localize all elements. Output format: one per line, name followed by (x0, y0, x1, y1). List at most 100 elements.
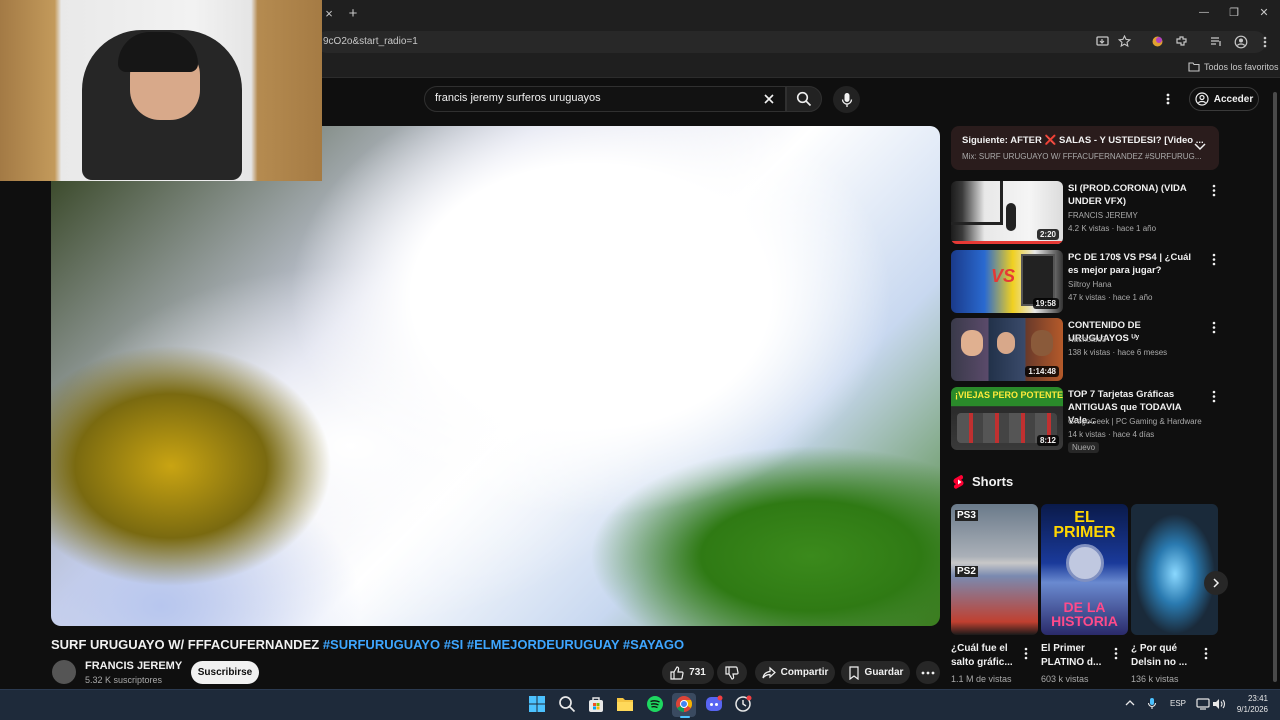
rec-channel[interactable]: GregoGeek | PC Gaming & Hardware (1068, 415, 1202, 428)
video-player[interactable] (51, 126, 940, 626)
url-text[interactable]: 9cO2o&start_radio=1 (323, 36, 418, 47)
extensions-icon[interactable] (1175, 35, 1188, 48)
thumb-face (997, 332, 1015, 354)
up-next-mix[interactable]: Siguiente: AFTER ❌ SALAS - Y USTEDESI? [… (951, 126, 1219, 170)
chevron-right-icon (1213, 578, 1220, 588)
star-icon[interactable] (1118, 35, 1131, 48)
file-explorer-icon[interactable] (616, 695, 634, 713)
restore-button[interactable]: ❐ (1224, 3, 1244, 23)
minimize-button[interactable]: — (1194, 3, 1214, 23)
new-tab-button[interactable]: + (344, 4, 362, 24)
subscriber-count: 5.32 K suscriptores (85, 675, 163, 685)
channel-name[interactable]: FRANCIS JEREMY (85, 660, 182, 672)
microphone-icon (841, 92, 852, 107)
short-views: 136 k vistas (1131, 674, 1179, 684)
short-title[interactable]: El Primer PLATINO d... (1041, 642, 1113, 670)
short-thumbnail[interactable] (1131, 504, 1218, 635)
more-vertical-icon[interactable] (1210, 321, 1218, 334)
rec-title[interactable]: PC DE 170$ VS PS4 | ¿Cuál es mejor para … (1068, 251, 1203, 277)
shorts-heading: Shorts (972, 474, 1014, 489)
video-thumbnail[interactable]: ¡VIEJAS PERO POTENTES! 8:12 (951, 387, 1063, 450)
video-title: SURF URUGUAYO W/ FFFACUFERNANDEZ #SURFUR… (51, 637, 684, 652)
more-vertical-icon[interactable] (1210, 390, 1218, 403)
more-vertical-icon[interactable] (1210, 253, 1218, 266)
windows-start-icon[interactable] (528, 695, 546, 713)
short-views: 603 k vistas (1041, 674, 1089, 684)
duration-badge: 8:12 (1036, 435, 1059, 446)
search-icon[interactable] (558, 695, 576, 713)
media-controls-icon[interactable] (1210, 35, 1223, 48)
page-scrollbar[interactable] (1273, 92, 1277, 682)
voice-search-button[interactable] (833, 86, 860, 113)
search-button[interactable] (786, 86, 822, 112)
share-label: Compartir (780, 667, 829, 678)
duration-badge: 2:20 (1036, 229, 1059, 240)
all-bookmarks-link[interactable]: Todos los favoritos (1204, 62, 1279, 72)
thumb-text: DE LA HISTORIA (1051, 599, 1118, 629)
chrome-icon[interactable] (675, 695, 693, 713)
rec-meta: 138 k vistas · hace 6 meses (1068, 348, 1168, 357)
chevron-down-icon[interactable] (1194, 143, 1206, 151)
share-icon (761, 666, 776, 678)
up-next-title: Siguiente: AFTER ❌ SALAS - Y USTEDESI? [… (962, 135, 1204, 146)
hashtag-link[interactable]: #SI (444, 637, 464, 652)
video-thumbnail[interactable]: VS 19:58 (951, 250, 1063, 313)
taskbar (0, 689, 1280, 720)
subscribe-button[interactable]: Suscribirse (191, 661, 259, 684)
store-icon[interactable] (587, 695, 605, 713)
rec-channel[interactable]: Siltroy Hana (1068, 278, 1112, 291)
rec-title[interactable]: SI (PROD.CORONA) (VIDA UNDER VFX) (1068, 182, 1203, 208)
trophy-icon (1066, 544, 1104, 582)
network-icon[interactable] (1196, 698, 1210, 710)
signin-label: Acceder (1213, 93, 1254, 105)
close-window-button[interactable]: ✕ (1254, 3, 1274, 23)
hashtag-link[interactable]: #SAYAGO (623, 637, 684, 652)
search-icon (796, 91, 812, 107)
browser-menu-icon[interactable] (1259, 35, 1271, 49)
hashtag-link[interactable]: #ELMEJORDEURUGUAY (467, 637, 619, 652)
more-vertical-icon[interactable] (1112, 647, 1120, 660)
short-thumbnail[interactable]: PS3 PS2 (951, 504, 1038, 635)
clock-time[interactable]: 23:41 (1232, 694, 1268, 703)
mix-subtitle: Mix: SURF URUGUAYO W/ FFFACUFERNANDEZ #S… (962, 152, 1202, 161)
more-vertical-icon[interactable] (1202, 647, 1210, 660)
video-title-text: SURF URUGUAYO W/ FFFACUFERNANDEZ (51, 637, 320, 652)
search-query-text[interactable]: francis jeremy surferos uruguayos (435, 92, 601, 104)
video-thumbnail[interactable]: 2:20 (951, 181, 1063, 244)
chevron-up-icon[interactable] (1125, 699, 1135, 707)
save-button[interactable]: Guardar (841, 661, 910, 684)
more-actions-button[interactable] (916, 661, 940, 684)
channel-avatar[interactable] (52, 660, 76, 684)
clock-date[interactable]: 9/1/2026 (1222, 705, 1268, 714)
spotify-icon[interactable] (646, 695, 664, 713)
duration-badge: 19:58 (1032, 298, 1059, 309)
shorts-logo-icon (953, 475, 964, 489)
app-icon[interactable] (734, 695, 752, 713)
thumbs-down-icon (725, 665, 739, 680)
short-thumbnail[interactable]: EL PRIMER DE LA HISTORIA (1041, 504, 1128, 635)
share-button[interactable]: Compartir (755, 661, 835, 684)
hashtag-link[interactable]: #SURFURUGUAYO (323, 637, 440, 652)
shorts-next-button[interactable] (1204, 571, 1228, 595)
microphone-icon[interactable] (1147, 697, 1157, 711)
rec-channel[interactable]: FRANCIS JEREMY (1068, 209, 1138, 222)
thumbs-up-icon (670, 665, 684, 680)
language-indicator[interactable]: ESP (1170, 699, 1186, 708)
video-thumbnail[interactable]: 1:14:48 (951, 318, 1063, 381)
signin-button[interactable]: Acceder (1189, 87, 1259, 111)
more-vertical-icon[interactable] (1022, 647, 1030, 660)
short-title[interactable]: ¿ Por qué Delsin no ... (1131, 642, 1203, 670)
profile-icon[interactable] (1234, 35, 1248, 49)
install-app-icon[interactable] (1096, 35, 1110, 49)
tab-close-button[interactable]: × (320, 4, 338, 24)
clear-search-icon[interactable] (763, 93, 775, 105)
like-button[interactable]: 731 (662, 661, 714, 684)
discord-icon[interactable] (705, 695, 723, 713)
thumb-screen (951, 181, 1003, 225)
rec-channel[interactable]: Nachoide3 (1068, 333, 1106, 346)
short-title[interactable]: ¿Cuál fue el salto gráfic... (951, 642, 1023, 670)
extension-color-icon[interactable] (1151, 35, 1164, 48)
settings-kebab-icon[interactable] (1163, 92, 1173, 106)
more-vertical-icon[interactable] (1210, 184, 1218, 197)
dislike-button[interactable] (717, 661, 747, 684)
